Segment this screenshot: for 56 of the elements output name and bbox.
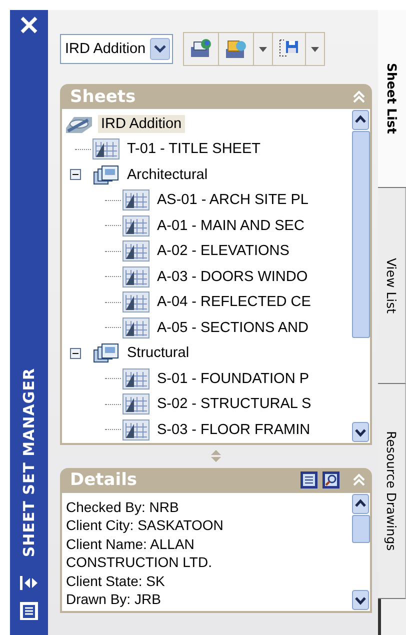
scroll-thumb[interactable] xyxy=(352,514,370,542)
tree-item[interactable]: IRD Addition xyxy=(98,114,185,133)
tab[interactable]: View List xyxy=(378,188,406,384)
sheet-icon xyxy=(122,316,150,339)
detail-line: Checked By: NRB xyxy=(66,498,180,516)
panel-title: Sheets xyxy=(70,86,136,106)
splitter-grip-icon[interactable] xyxy=(210,448,222,462)
sheet-icon xyxy=(122,368,150,390)
tab[interactable]: Sheet List xyxy=(378,10,406,188)
tree-item[interactable]: Architectural xyxy=(124,166,211,184)
tree-item[interactable]: S-02 - STRUCTURAL S xyxy=(154,395,314,414)
printer-folder-icon xyxy=(224,38,248,60)
scrollbar[interactable] xyxy=(352,492,370,610)
sheet-icon xyxy=(122,393,150,416)
auto-hide-icon[interactable] xyxy=(19,575,39,591)
tree-item[interactable]: A-02 - ELEVATIONS xyxy=(154,242,292,260)
sheet-icon xyxy=(122,291,150,314)
tree-item[interactable]: S-01 - FOUNDATION P xyxy=(154,370,312,388)
collapse-icon[interactable] xyxy=(70,169,81,180)
sheet-icon xyxy=(122,266,150,288)
tree-item[interactable]: A-04 - REFLECTED CE xyxy=(154,293,314,312)
scroll-down-icon[interactable] xyxy=(352,422,369,442)
scroll-thumb[interactable] xyxy=(352,131,370,338)
tree-item[interactable]: T-01 - TITLE SHEET xyxy=(124,140,264,158)
tree-item[interactable]: A-01 - MAIN AND SEC xyxy=(154,216,308,235)
detail-line: CONSTRUCTION LTD. xyxy=(66,553,213,572)
sheet-set-dropdown[interactable]: IRD Addition xyxy=(60,34,173,64)
tree-item[interactable]: A-03 - DOORS WINDO xyxy=(154,268,311,286)
preview-icon[interactable] xyxy=(322,471,340,489)
folder-stack-icon xyxy=(92,164,120,186)
tree-item[interactable]: AS-01 - ARCH SITE PL xyxy=(154,191,312,210)
printer-globe-icon xyxy=(188,38,213,60)
detail-line: Drawn By: JRB xyxy=(66,590,162,608)
sheet-icon xyxy=(122,189,150,212)
tree-item[interactable]: A-05 - SECTIONS AND xyxy=(154,318,312,337)
tab[interactable]: Resource Drawings xyxy=(378,384,406,599)
sheet-icon xyxy=(122,418,150,441)
collapse-icon[interactable] xyxy=(70,348,81,359)
scroll-down-icon[interactable] xyxy=(352,590,369,610)
palette-title: SHEET SET MANAGER xyxy=(20,368,38,557)
detail-line: Client City: SASKATOON xyxy=(66,516,224,534)
details-view-icon[interactable] xyxy=(300,471,318,489)
sheet-icon xyxy=(122,214,150,237)
tree-item[interactable]: Structural xyxy=(124,344,192,362)
sheet-icon xyxy=(122,240,150,262)
properties-icon[interactable] xyxy=(19,601,39,621)
detail-line: Client State: SK xyxy=(66,572,166,590)
detail-line: Client Name: ALLAN xyxy=(66,534,196,553)
scroll-up-icon[interactable] xyxy=(352,110,369,130)
tree-item[interactable]: S-03 - FLOOR FRAMIN xyxy=(154,420,314,439)
scroll-up-icon[interactable] xyxy=(352,494,369,514)
sheet-icon xyxy=(92,138,120,160)
panel-title: Details xyxy=(70,470,138,490)
close-icon[interactable] xyxy=(20,16,38,34)
scrollbar[interactable] xyxy=(352,109,370,442)
folder-stack-icon xyxy=(92,342,120,364)
